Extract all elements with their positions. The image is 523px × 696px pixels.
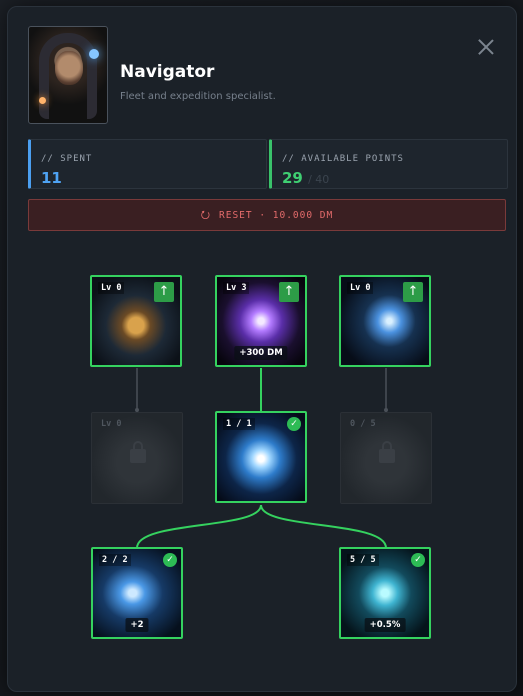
skill-node-vortex[interactable]: Lv 3 ↑ +300 DM xyxy=(215,275,307,367)
skill-node-ships[interactable]: Lv 0 ↑ xyxy=(339,275,431,367)
node-bonus: +0.5% xyxy=(364,618,406,632)
skill-node-locked-left[interactable]: Lv 0 xyxy=(91,412,183,504)
skill-node-warp-fleet[interactable]: 2 / 2 ✓ +2 xyxy=(91,547,183,639)
check-icon: ✓ xyxy=(163,553,177,567)
node-bonus: +2 xyxy=(125,618,149,632)
node-level: Lv 0 xyxy=(101,419,122,429)
skill-node-treasure[interactable]: Lv 0 ↑ xyxy=(90,275,182,367)
node-level: 5 / 5 xyxy=(347,554,379,566)
upgrade-arrow-icon[interactable]: ↑ xyxy=(154,282,174,302)
node-level: Lv 0 xyxy=(98,282,125,294)
node-level: 1 / 1 xyxy=(223,418,255,430)
node-level: 2 / 2 xyxy=(99,554,131,566)
upgrade-arrow-icon[interactable]: ↑ xyxy=(279,282,299,302)
lock-icon xyxy=(130,441,146,463)
skill-node-locked-right[interactable]: 0 / 5 xyxy=(340,412,432,504)
skill-node-starburst[interactable]: 1 / 1 ✓ xyxy=(215,411,307,503)
node-level: Lv 3 xyxy=(223,282,250,294)
lock-icon xyxy=(379,441,395,463)
node-level: Lv 0 xyxy=(347,282,374,294)
upgrade-arrow-icon[interactable]: ↑ xyxy=(403,282,423,302)
skill-node-crystal[interactable]: 5 / 5 ✓ +0.5% xyxy=(339,547,431,639)
node-level: 0 / 5 xyxy=(350,419,376,429)
check-icon: ✓ xyxy=(287,417,301,431)
node-bonus: +300 DM xyxy=(234,346,288,360)
check-icon: ✓ xyxy=(411,553,425,567)
